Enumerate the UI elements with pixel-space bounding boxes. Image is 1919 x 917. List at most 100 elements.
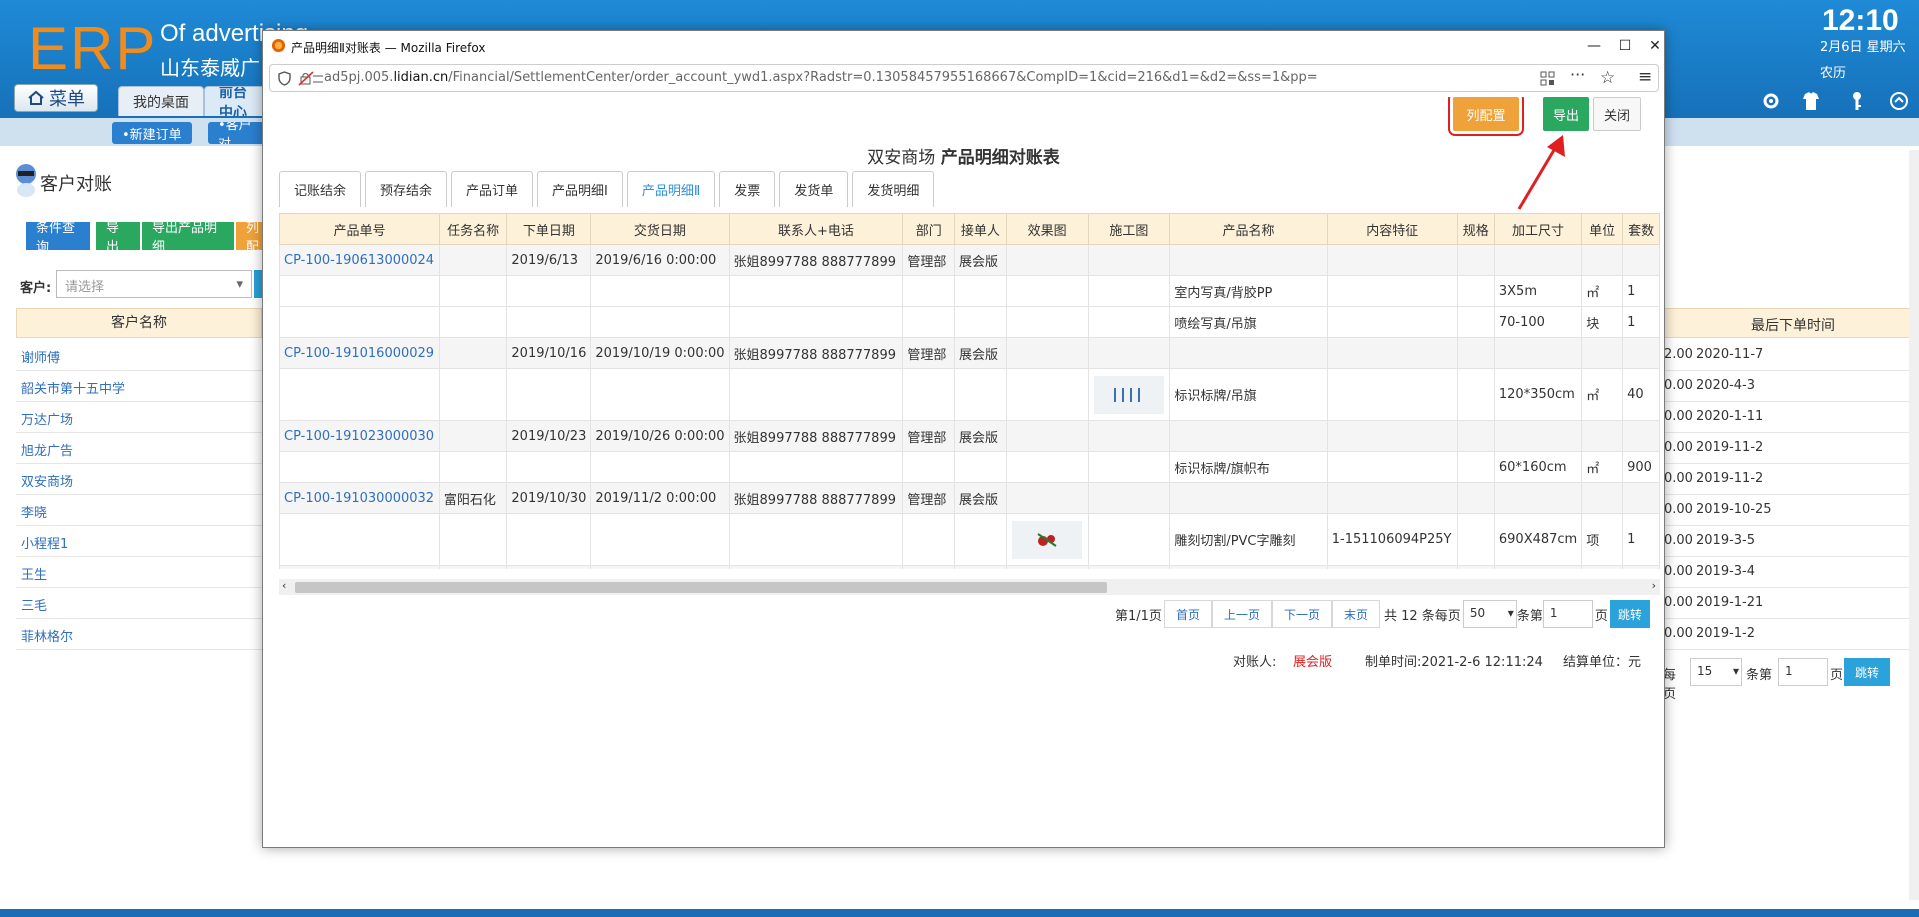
column-header[interactable]: 联系人+电话 [728, 213, 904, 245]
customer-select[interactable]: 请选择 ▾ [56, 270, 252, 298]
tab-report[interactable]: 产品明细Ⅰ [537, 171, 623, 207]
next-page-button[interactable]: 下一页 [1271, 600, 1332, 628]
table-row: CP-100-191030000032 富阳石化 2019/10/30 2019/11… [279, 482, 1660, 514]
column-header[interactable]: 单位 [1581, 213, 1624, 245]
column-header[interactable]: 产品名称 [1169, 213, 1328, 245]
home-icon [27, 89, 45, 107]
shirt-icon[interactable] [1800, 90, 1822, 112]
page-scrollbar[interactable] [1909, 150, 1919, 900]
tab-report[interactable]: 发货单 [779, 171, 849, 207]
export-button[interactable]: 导出 [1543, 97, 1589, 131]
prev-page-button[interactable]: 上一页 [1211, 600, 1272, 628]
cell-no[interactable]: CP-100-191023000030 [279, 420, 440, 452]
cell-dept: 管理部 [902, 482, 956, 514]
export-detail-button[interactable]: 导出产品明细 [142, 221, 234, 255]
last-page-button[interactable]: 末页 [1331, 600, 1380, 628]
column-header[interactable]: 部门 [902, 213, 956, 245]
product-thumbnail[interactable] [1093, 375, 1164, 414]
minimize-icon[interactable]: — [1577, 35, 1611, 57]
customer-list-item[interactable]: 万达广场 [16, 402, 262, 433]
first-page-button[interactable]: 首页 [1163, 600, 1212, 628]
bookmark-star-icon[interactable]: ☆ [1600, 68, 1615, 88]
customer-list-item[interactable]: 旭龙广告 [16, 433, 262, 464]
customer-list-item[interactable]: 韶关市第十五中学 [16, 371, 262, 402]
cell-no[interactable] [279, 368, 440, 421]
tab-front-center[interactable]: 前台中心 [204, 86, 268, 116]
cell-delivery [590, 513, 730, 566]
per-page-select[interactable]: 15 ▾ [1690, 658, 1742, 686]
goto-button[interactable]: 跳转 [1844, 658, 1890, 686]
export-button[interactable]: 导出 [96, 221, 140, 255]
tab-report[interactable]: 记账结余 [279, 171, 362, 207]
cell-no[interactable] [279, 306, 440, 338]
per-page-select[interactable]: 50 ▾ [1462, 600, 1517, 628]
maximize-icon[interactable]: ☐ [1608, 35, 1642, 57]
construction-image-cell [1087, 275, 1171, 307]
cell-qty [1622, 565, 1660, 569]
page-input-value: 1 [1549, 606, 1558, 620]
new-order-button[interactable]: •新建订单 [112, 122, 192, 144]
customer-list-item[interactable]: 李晓 [16, 495, 262, 526]
chevron-down-icon: ▾ [1732, 664, 1739, 678]
cell-no[interactable]: CP-100-191102000033 [279, 565, 440, 569]
customer-list-item[interactable]: 王生 [16, 557, 262, 588]
scrollbar-thumb[interactable] [295, 582, 1107, 593]
last-order-date-cell: 2020-11-7 [1696, 347, 1764, 362]
cell-no[interactable] [279, 275, 440, 307]
condition-query-button[interactable]: 条件查询 [26, 221, 90, 255]
cell-feature [1326, 565, 1458, 569]
tab-report[interactable]: 预存结余 [365, 171, 448, 207]
gear-icon[interactable] [1760, 90, 1782, 112]
effect-image-cell [1005, 482, 1089, 514]
url-bar[interactable]: ad5pj.005.lidian.cn/Financial/Settlement… [269, 64, 1659, 92]
column-header[interactable]: 套数 [1622, 213, 1660, 245]
customer-list-item[interactable]: 三毛 [16, 588, 262, 619]
qr-code-icon[interactable] [1540, 71, 1555, 86]
page-input[interactable]: 1 [1542, 600, 1593, 628]
column-header[interactable]: 下单日期 [506, 213, 592, 245]
column-header[interactable]: 施工图 [1087, 213, 1171, 245]
tab-report[interactable]: 产品订单 [451, 171, 534, 207]
column-header[interactable]: 产品单号 [279, 213, 440, 245]
cell-name [1169, 482, 1328, 514]
tab-my-desktop[interactable]: 我的桌面 [118, 86, 204, 116]
close-button[interactable]: 关闭 [1593, 97, 1641, 131]
close-icon[interactable]: ✕ [1638, 35, 1672, 57]
construction-image-cell [1087, 513, 1171, 566]
scroll-left-icon[interactable]: ‹ [282, 579, 286, 592]
column-header[interactable]: 规格 [1456, 213, 1495, 245]
tab-report[interactable]: 发货明细 [852, 171, 935, 207]
horizontal-scrollbar[interactable]: ‹ › [279, 579, 1660, 595]
menu-button[interactable]: 菜单 [14, 84, 98, 112]
cell-no[interactable] [279, 513, 440, 566]
column-header[interactable]: 内容特征 [1326, 213, 1458, 245]
page-input[interactable]: 1 [1778, 658, 1828, 686]
hamburger-menu-icon[interactable]: ≡ [1638, 67, 1652, 87]
tab-report[interactable]: 产品明细Ⅱ [626, 171, 716, 207]
column-config-button[interactable]: 列配 [236, 222, 264, 250]
product-thumbnail[interactable] [1012, 520, 1083, 559]
scroll-right-icon[interactable]: › [1652, 579, 1656, 592]
column-header[interactable]: 效果图 [1005, 213, 1089, 245]
customer-list-item[interactable]: 菲林格尔 [16, 619, 262, 650]
customer-list-item[interactable]: 谢师傅 [16, 340, 262, 371]
column-header[interactable]: 加工尺寸 [1493, 213, 1583, 245]
cell-taker: 展会版 [954, 244, 1007, 276]
column-header[interactable]: 交货日期 [590, 213, 730, 245]
collapse-icon[interactable] [1888, 90, 1910, 112]
cell-no[interactable]: CP-100-191016000029 [279, 337, 440, 369]
key-icon[interactable] [1846, 90, 1868, 112]
cell-no[interactable] [279, 451, 440, 483]
customer-recon-button[interactable]: •客户对 [208, 122, 264, 144]
cell-no[interactable]: CP-100-190613000024 [279, 244, 440, 276]
column-header[interactable]: 任务名称 [438, 213, 508, 245]
customer-list-item[interactable]: 小程程1 [16, 526, 262, 557]
cell-delivery: 2019/11/2 0:00:00 [590, 482, 730, 514]
tab-report[interactable]: 发票 [719, 171, 776, 207]
cell-no[interactable]: CP-100-191030000032 [279, 482, 440, 514]
more-icon[interactable]: ··· [1570, 65, 1585, 84]
column-header[interactable]: 接单人 [954, 213, 1007, 245]
customer-list-item[interactable]: 双安商场 [16, 464, 262, 495]
column-config-button[interactable]: 列配置 [1448, 97, 1524, 136]
goto-button[interactable]: 跳转 [1609, 600, 1650, 628]
